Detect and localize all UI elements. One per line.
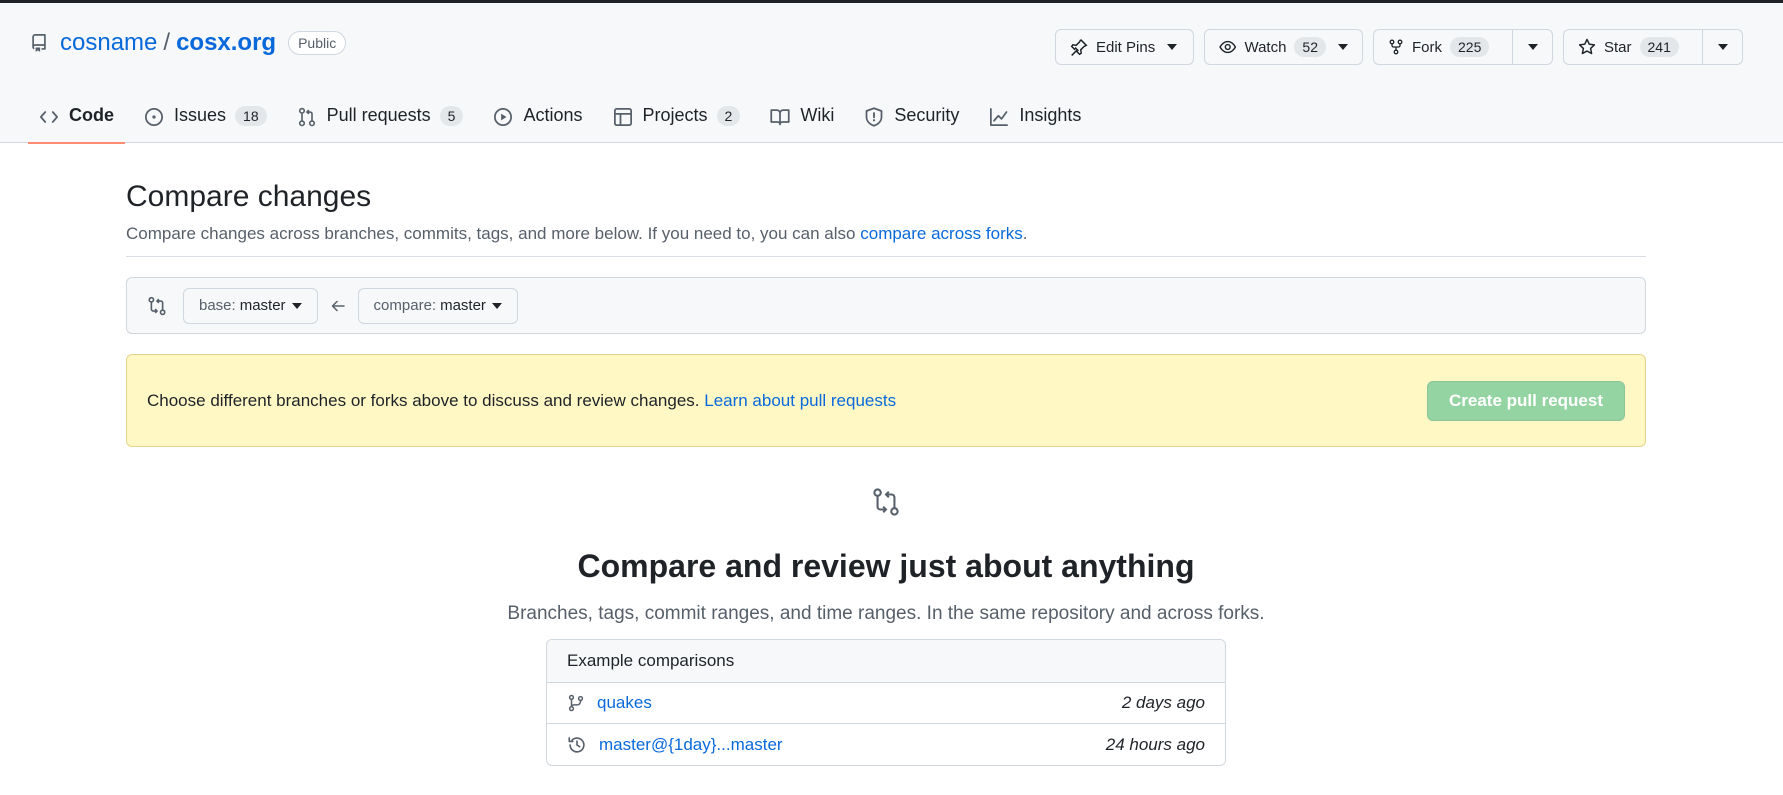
learn-about-pull-requests-link[interactable]: Learn about pull requests bbox=[704, 391, 896, 410]
tab-label: Code bbox=[69, 105, 114, 125]
repo-owner-link[interactable]: cosname bbox=[60, 29, 157, 57]
shield-icon bbox=[865, 107, 883, 127]
repo-actions: Edit Pins Watch 52 Fork 225 Star 241 bbox=[1055, 29, 1743, 65]
pull-request-icon bbox=[298, 107, 315, 127]
tab-label: Actions bbox=[523, 105, 583, 125]
history-icon bbox=[568, 736, 585, 753]
code-icon bbox=[40, 111, 58, 123]
base-value: master bbox=[239, 297, 286, 314]
list-item[interactable]: master@{1day}...master 24 hours ago bbox=[547, 724, 1225, 765]
compare-branch-select[interactable]: compare: master bbox=[357, 287, 518, 324]
description-suffix: . bbox=[1022, 224, 1028, 243]
repo-header: cosname / cosx.org Public Edit Pins Watc… bbox=[0, 3, 1783, 144]
compare-across-forks-link[interactable]: compare across forks bbox=[860, 224, 1023, 243]
star-label: Star bbox=[1604, 38, 1632, 56]
tab-pull-requests[interactable]: Pull requests 5 bbox=[286, 95, 475, 143]
tab-insights[interactable]: Insights bbox=[978, 95, 1092, 143]
issue-icon bbox=[145, 108, 163, 126]
page-title: Compare changes bbox=[126, 180, 372, 213]
example-comparisons: Example comparisons quakes 2 days ago ma… bbox=[546, 639, 1226, 766]
table-icon bbox=[613, 108, 632, 126]
edit-pins-button[interactable]: Edit Pins bbox=[1055, 29, 1194, 65]
tab-label: Wiki bbox=[800, 105, 835, 125]
flash-text: Choose different branches or forks above… bbox=[147, 390, 705, 410]
tab-label: Security bbox=[894, 105, 960, 125]
branch-icon bbox=[568, 694, 584, 712]
tab-counter: 2 bbox=[716, 106, 741, 126]
blankslate-subtitle: Branches, tags, commit ranges, and time … bbox=[507, 603, 1265, 624]
git-compare-icon bbox=[873, 488, 899, 516]
tab-code[interactable]: Code bbox=[28, 95, 125, 144]
compare-range-editor: base: master compare: master bbox=[126, 277, 1646, 334]
example-comparisons-header: Example comparisons bbox=[547, 640, 1225, 683]
edit-pins-label: Edit Pins bbox=[1096, 38, 1156, 56]
example-comparison-time: 2 days ago bbox=[1121, 693, 1205, 712]
create-pull-request-button[interactable]: Create pull request bbox=[1427, 380, 1625, 421]
base-branch-select[interactable]: base: master bbox=[183, 287, 318, 324]
tab-wiki[interactable]: Wiki bbox=[759, 95, 845, 143]
play-icon bbox=[494, 108, 513, 126]
visibility-badge: Public bbox=[288, 31, 347, 55]
tab-counter: 5 bbox=[439, 106, 464, 126]
tab-label: Insights bbox=[1019, 105, 1082, 125]
base-label: base: bbox=[199, 297, 236, 314]
fork-button[interactable]: Fork 225 bbox=[1373, 29, 1513, 65]
tab-label: Issues bbox=[174, 105, 227, 125]
compare-page: Compare changes Compare changes across b… bbox=[126, 180, 1646, 766]
star-icon bbox=[1578, 38, 1596, 55]
tab-projects[interactable]: Projects 2 bbox=[602, 95, 752, 143]
star-dropdown-button[interactable] bbox=[1703, 29, 1743, 65]
chevron-down-icon bbox=[1167, 44, 1178, 50]
repo-name-link[interactable]: cosx.org bbox=[176, 29, 276, 57]
page-description: Compare changes across branches, commits… bbox=[126, 224, 1646, 257]
chevron-down-icon bbox=[1527, 44, 1538, 50]
fork-label: Fork bbox=[1412, 38, 1442, 56]
blankslate: Compare and review just about anything B… bbox=[126, 487, 1646, 766]
compare-value: master bbox=[440, 297, 486, 314]
chevron-down-icon bbox=[291, 302, 302, 309]
flash-notice: Choose different branches or forks above… bbox=[126, 354, 1646, 447]
watch-count: 52 bbox=[1294, 37, 1326, 57]
star-button-group: Star 241 bbox=[1563, 29, 1743, 65]
fork-button-group: Fork 225 bbox=[1373, 29, 1553, 65]
fork-icon bbox=[1389, 39, 1403, 55]
tab-security[interactable]: Security bbox=[853, 95, 970, 143]
example-comparison-link[interactable]: master@{1day}...master bbox=[599, 735, 1106, 755]
repo-separator: / bbox=[163, 29, 171, 56]
tab-label: Projects bbox=[642, 105, 708, 125]
eye-icon bbox=[1219, 40, 1237, 54]
tab-actions[interactable]: Actions bbox=[482, 95, 593, 143]
graph-icon bbox=[990, 108, 1009, 126]
star-count: 241 bbox=[1639, 37, 1679, 57]
repo-nav-tabs: Code Issues 18 Pull requests 5 Actions P… bbox=[28, 95, 1100, 144]
fork-dropdown-button[interactable] bbox=[1513, 29, 1553, 65]
chevron-down-icon bbox=[1338, 44, 1348, 50]
example-comparison-time: 24 hours ago bbox=[1105, 734, 1205, 754]
watch-button[interactable]: Watch 52 bbox=[1204, 29, 1363, 65]
flash-message: Choose different branches or forks above… bbox=[147, 391, 896, 411]
repo-icon bbox=[32, 34, 46, 52]
watch-label: Watch bbox=[1244, 38, 1287, 56]
example-comparison-link[interactable]: quakes bbox=[597, 693, 1122, 713]
chevron-down-icon bbox=[1717, 44, 1728, 50]
tab-issues[interactable]: Issues 18 bbox=[133, 95, 278, 143]
star-button[interactable]: Star 241 bbox=[1563, 29, 1703, 65]
pin-icon bbox=[1070, 39, 1088, 56]
tab-counter: 18 bbox=[235, 106, 267, 126]
compare-label: compare: bbox=[373, 297, 437, 314]
blankslate-title: Compare and review just about anything bbox=[577, 548, 1195, 584]
arrow-left-icon bbox=[331, 300, 345, 311]
list-item[interactable]: quakes 2 days ago bbox=[547, 683, 1225, 724]
tab-label: Pull requests bbox=[326, 105, 431, 125]
fork-count: 225 bbox=[1450, 37, 1490, 57]
description-text: Compare changes across branches, commits… bbox=[126, 224, 861, 243]
book-icon bbox=[770, 109, 790, 126]
repo-title: cosname / cosx.org Public bbox=[30, 29, 347, 57]
git-compare-icon bbox=[148, 296, 166, 315]
chevron-down-icon bbox=[491, 302, 502, 309]
